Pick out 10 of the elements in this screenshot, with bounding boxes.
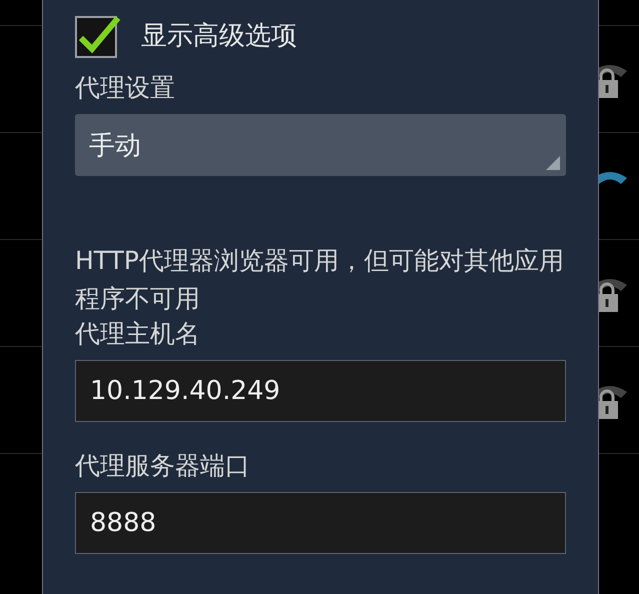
field-label: 代理主机名 [75,318,201,350]
input-field[interactable]: 10.129.40.249 [75,360,566,422]
field-label: 代理设置 [75,72,176,104]
checkbox[interactable] [75,14,121,58]
field-label: 代理服务器端口 [75,450,251,482]
checkbox-label: 显示高级选项 [141,20,297,53]
dropdown-arrow-icon [546,156,560,170]
input-field[interactable]: 8888 [75,492,566,554]
hint-text: HTTP代理器浏览器可用，但可能对其他应用程序不可用 [75,245,565,315]
proxy-dropdown[interactable]: 手动 [75,114,566,176]
